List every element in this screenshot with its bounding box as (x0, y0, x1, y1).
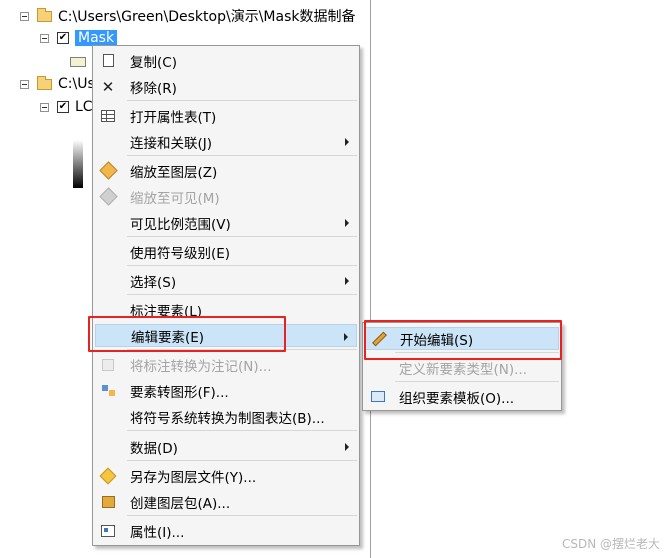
menu-separator (127, 100, 357, 101)
properties-icon (101, 524, 115, 537)
menu-item-zoom-to-visible: 缩放至可见(M) (95, 185, 357, 208)
menu-label: 选择(S) (130, 274, 177, 291)
menu-label: 连接和关联(J) (130, 135, 213, 152)
tree-row-folder-2[interactable]: C:\Us (20, 74, 95, 94)
submenu-arrow-icon (345, 138, 349, 146)
remove-icon: ✕ (101, 77, 115, 96)
annotation-box-edit-features (88, 316, 286, 352)
menu-item-save-layer-file[interactable]: 另存为图层文件(Y)... (95, 464, 357, 487)
menu-separator (127, 155, 357, 156)
menu-item-remove[interactable]: ✕ 移除(R) (95, 75, 357, 98)
folder-path: C:\Us (58, 76, 95, 92)
legend-swatch (70, 57, 86, 67)
menu-label: 要素转图形(F)... (130, 384, 229, 401)
menu-separator (127, 265, 357, 266)
menu-label: 移除(R) (130, 80, 177, 97)
legend-row (70, 52, 86, 72)
menu-separator (127, 515, 357, 516)
menu-item-properties[interactable]: 属性(I)... (95, 519, 357, 542)
menu-separator (127, 294, 357, 295)
attribute-table-icon (101, 109, 115, 122)
menu-item-symbol-levels[interactable]: 使用符号级别(E) (95, 240, 357, 263)
collapse-icon[interactable] (40, 102, 49, 112)
raster-legend-gradient (73, 140, 83, 188)
menu-label: 可见比例范围(V) (130, 216, 231, 233)
annotation-box-start-editing (364, 320, 562, 360)
menu-label: 创建图层包(A)... (130, 495, 231, 512)
collapse-icon[interactable] (20, 79, 29, 89)
menu-label: 组织要素模板(O)... (399, 390, 515, 407)
menu-separator (395, 381, 559, 382)
menu-label: 使用符号级别(E) (130, 245, 231, 262)
copy-icon (99, 51, 114, 67)
menu-item-data[interactable]: 数据(D) (95, 435, 357, 458)
panel-divider[interactable] (370, 0, 371, 558)
menu-item-open-attribute-table[interactable]: 打开属性表(T) (95, 104, 357, 127)
menu-label: 缩放至可见(M) (130, 190, 220, 207)
menu-label: 复制(C) (130, 54, 177, 71)
layer-context-menu: 复制(C) ✕ 移除(R) 打开属性表(T) 连接和关联(J) 缩放至图层(Z)… (92, 45, 360, 546)
menu-label: 打开属性表(T) (130, 109, 217, 126)
menu-item-selection[interactable]: 选择(S) (95, 269, 357, 292)
organize-templates-icon (371, 391, 385, 402)
submenu-arrow-icon (345, 277, 349, 285)
menu-label: 另存为图层文件(Y)... (130, 469, 257, 486)
menu-item-features-to-graphics[interactable]: 要素转图形(F)... (95, 379, 357, 402)
menu-label: 缩放至图层(Z) (130, 164, 218, 181)
submenu-item-organize-templates[interactable]: 组织要素模板(O)... (365, 385, 559, 408)
collapse-icon[interactable] (40, 33, 49, 43)
menu-item-zoom-to-layer[interactable]: 缩放至图层(Z) (95, 159, 357, 182)
menu-item-convert-labels: 将标注转换为注记(N)... (95, 353, 357, 376)
watermark: CSDN @摆烂老大 (561, 537, 660, 551)
submenu-arrow-icon (345, 219, 349, 227)
menu-label: 将标注转换为注记(N)... (130, 358, 272, 375)
menu-label: 属性(I)... (130, 524, 185, 541)
collapse-icon[interactable] (20, 11, 29, 21)
menu-item-copy[interactable]: 复制(C) (95, 49, 357, 72)
menu-separator (127, 460, 357, 461)
layer-name-lc: LC (75, 99, 93, 115)
folder-icon (37, 75, 52, 90)
tree-row-folder-1[interactable]: C:\Users\Green\Desktop\演示\Mask数据制备 (20, 6, 355, 26)
menu-item-convert-symbology[interactable]: 将符号系统转换为制图表达(B)... (95, 405, 357, 428)
menu-label: 数据(D) (130, 440, 178, 457)
submenu-arrow-icon (344, 333, 348, 341)
convert-labels-icon (102, 358, 114, 371)
menu-label: 将符号系统转换为制图表达(B)... (130, 410, 325, 427)
layer-visibility-checkbox[interactable]: ✔ (57, 32, 69, 44)
zoom-to-visible-icon (98, 187, 118, 206)
menu-label: 定义新要素类型(N)... (399, 361, 528, 378)
folder-path: C:\Users\Green\Desktop\演示\Mask数据制备 (58, 9, 356, 25)
layer-name-mask[interactable]: Mask (75, 30, 118, 46)
folder-icon (37, 7, 52, 22)
features-to-graphics-icon (101, 385, 115, 396)
layer-file-icon (99, 467, 117, 484)
menu-separator (127, 236, 357, 237)
layer-package-icon (101, 495, 115, 508)
zoom-to-layer-icon (98, 161, 118, 180)
menu-item-joins-relates[interactable]: 连接和关联(J) (95, 130, 357, 153)
layer-visibility-checkbox[interactable]: ✔ (57, 101, 69, 113)
menu-item-create-layer-package[interactable]: 创建图层包(A)... (95, 490, 357, 513)
tree-row-layer-lc[interactable]: ✔ LC (40, 97, 93, 117)
submenu-arrow-icon (345, 443, 349, 451)
menu-separator (127, 430, 357, 431)
menu-item-visible-scale-range[interactable]: 可见比例范围(V) (95, 211, 357, 234)
